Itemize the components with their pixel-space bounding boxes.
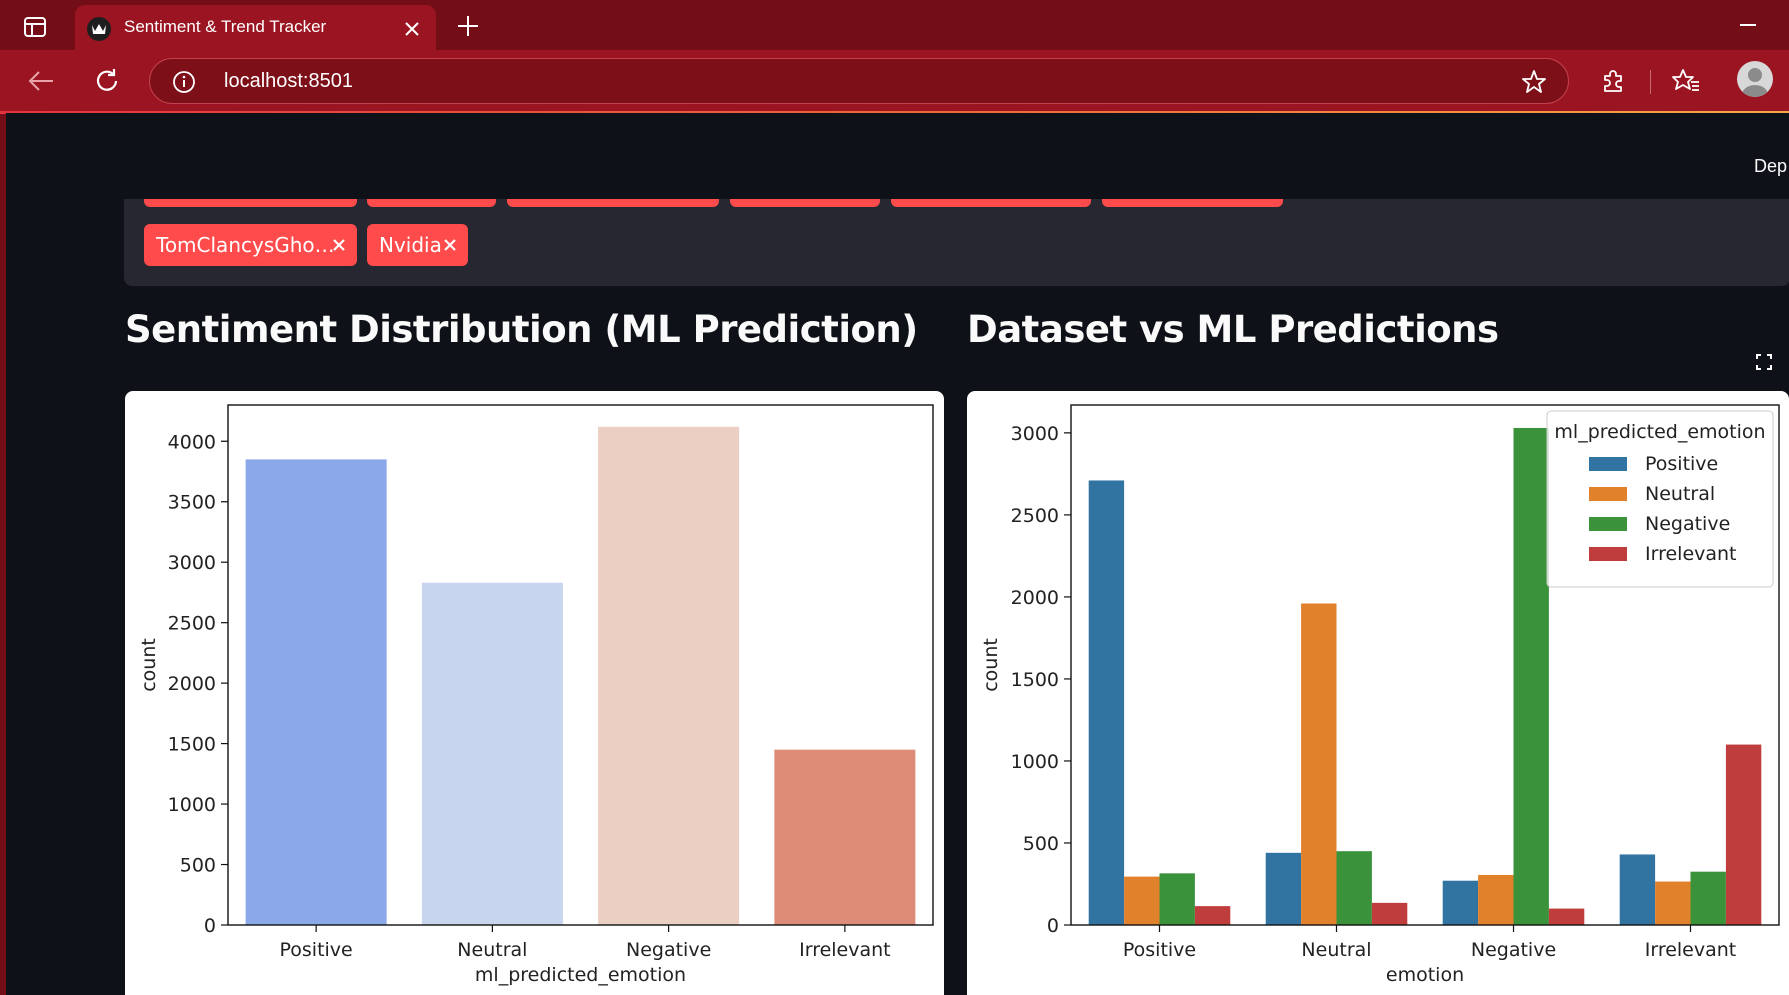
y-tick-label: 1500 <box>168 734 216 756</box>
bar <box>598 426 740 925</box>
bar <box>1371 902 1408 925</box>
close-icon[interactable] <box>399 16 425 42</box>
bar <box>245 459 387 925</box>
x-tick-label: Negative <box>626 939 711 961</box>
back-arrow-icon[interactable] <box>22 62 60 100</box>
bar <box>1690 871 1726 925</box>
star-icon[interactable] <box>1521 69 1547 95</box>
bar <box>1478 874 1514 925</box>
chip-partial[interactable] <box>730 199 880 207</box>
y-axis-label: count <box>138 638 160 692</box>
y-tick-label: 2000 <box>168 673 216 695</box>
puzzle-icon[interactable] <box>1594 62 1632 100</box>
bar <box>1548 908 1585 925</box>
chip-partial[interactable] <box>891 199 1091 207</box>
bar <box>1265 852 1302 925</box>
y-tick-label: 3500 <box>168 492 216 514</box>
tab-strip: Sentiment & Trend Tracker <box>0 0 1789 50</box>
chart-svg: 0 500 1000 1500 2000 2500 3000 Positive Neutral N… <box>980 404 1780 986</box>
legend-label: Neutral <box>1645 483 1715 505</box>
bar <box>1124 876 1160 925</box>
y-tick-label: 500 <box>180 855 216 877</box>
y-tick-label: 0 <box>204 915 216 937</box>
chip-partial[interactable] <box>144 199 357 207</box>
y-tick-label: 4000 <box>168 431 216 453</box>
minimize-icon[interactable] <box>1728 10 1768 40</box>
right-chart-heading: Dataset vs ML Predictions <box>967 308 1499 351</box>
chip-partial[interactable] <box>367 199 496 207</box>
bar <box>1513 427 1549 925</box>
y-tick-label: 1000 <box>168 794 216 816</box>
deploy-button[interactable]: Dep <box>1754 156 1787 177</box>
legend-swatch <box>1589 457 1627 471</box>
y-tick-label: 3000 <box>1011 423 1059 445</box>
x-tick-label: Negative <box>1471 939 1556 961</box>
address-bar[interactable]: localhost:8501 <box>149 58 1569 104</box>
bar <box>1619 854 1656 925</box>
reload-icon[interactable] <box>88 62 126 100</box>
page-viewport: Dep TomClancysGho… Nvidia Sentiment Dist… <box>6 113 1789 995</box>
x-axis-label: emotion <box>1386 964 1464 986</box>
browser-toolbar: localhost:8501 <box>0 50 1789 112</box>
y-tick-label: 2000 <box>1011 587 1059 609</box>
favorites-icon[interactable] <box>1667 62 1705 100</box>
chart-svg: 0 500 1000 1500 2000 2500 3000 3500 4000 Positive… <box>138 404 934 986</box>
legend-label: Negative <box>1645 513 1730 535</box>
bar <box>421 582 563 925</box>
y-axis-label: count <box>980 638 1002 692</box>
crown-icon <box>87 17 111 41</box>
bar <box>1725 744 1762 925</box>
bar <box>1655 881 1691 925</box>
y-tick-label: 1000 <box>1011 751 1059 773</box>
x-tick-label: Positive <box>280 939 353 961</box>
chip-partial[interactable] <box>1102 199 1283 207</box>
legend-swatch <box>1589 487 1627 501</box>
y-tick-label: 1500 <box>1011 669 1059 691</box>
bar <box>1336 851 1372 925</box>
browser-tab-active[interactable]: Sentiment & Trend Tracker <box>75 5 436 50</box>
avatar-icon[interactable] <box>1737 61 1773 97</box>
left-chart-heading: Sentiment Distribution (ML Prediction) <box>125 308 918 351</box>
close-icon[interactable] <box>329 235 349 255</box>
chip-partial[interactable] <box>507 199 719 207</box>
bar <box>1442 880 1479 925</box>
info-icon[interactable] <box>172 70 196 94</box>
filter-chip[interactable]: TomClancysGho… <box>144 224 357 266</box>
y-tick-label: 2500 <box>1011 505 1059 527</box>
toolbar-separator <box>1650 70 1651 94</box>
legend-title: ml_predicted_emotion <box>1554 421 1765 443</box>
filter-multiselect[interactable]: TomClancysGho… Nvidia <box>124 199 1789 286</box>
filter-chip[interactable]: Nvidia <box>367 224 468 266</box>
plus-icon[interactable] <box>452 10 484 42</box>
y-tick-label: 500 <box>1023 833 1059 855</box>
dataset-vs-ml-chart: 0 500 1000 1500 2000 2500 3000 Positive Neutral N… <box>967 391 1789 995</box>
y-tick-label: 2500 <box>168 613 216 635</box>
bar <box>1301 603 1337 925</box>
tab-actions-icon[interactable] <box>18 13 52 41</box>
x-tick-label: Irrelevant <box>799 939 891 961</box>
legend-swatch <box>1589 517 1627 531</box>
legend-swatch <box>1589 547 1627 561</box>
bar <box>1194 906 1231 925</box>
chip-label: TomClancysGho… <box>156 233 335 257</box>
sentiment-distribution-chart: 0 500 1000 1500 2000 2500 3000 3500 4000 Positive… <box>125 391 944 995</box>
legend-label: Positive <box>1645 453 1718 475</box>
close-icon[interactable] <box>440 235 460 255</box>
legend-label: Irrelevant <box>1645 543 1737 565</box>
y-tick-label: 3000 <box>168 552 216 574</box>
fullscreen-icon[interactable] <box>1749 347 1779 377</box>
bar <box>1159 873 1195 925</box>
x-axis-label: ml_predicted_emotion <box>475 964 686 986</box>
x-tick-label: Neutral <box>457 939 527 961</box>
bar <box>774 749 916 925</box>
bar <box>1088 480 1125 925</box>
chip-label: Nvidia <box>379 233 442 257</box>
y-tick-label: 0 <box>1047 915 1059 937</box>
x-tick-label: Neutral <box>1301 939 1371 961</box>
url-text[interactable]: localhost:8501 <box>224 70 353 93</box>
x-tick-label: Irrelevant <box>1645 939 1737 961</box>
x-tick-label: Positive <box>1123 939 1196 961</box>
tab-title: Sentiment & Trend Tracker <box>124 17 327 36</box>
browser-window: Sentiment & Trend Tracker localhost:8501… <box>0 0 1789 995</box>
